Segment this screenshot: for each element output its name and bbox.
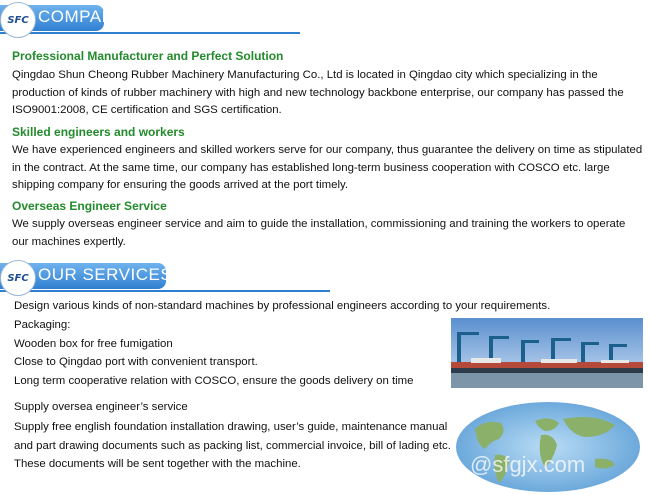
sfc-logo: SFC bbox=[0, 2, 36, 38]
service-line: Packaging: bbox=[14, 319, 71, 331]
section-heading: Overseas Engineer Service bbox=[12, 199, 167, 213]
service-line: Supply oversea engineer’s service bbox=[14, 401, 188, 413]
company-banner: SFC COMPANY bbox=[0, 2, 300, 38]
section-heading: Professional Manufacturer and Perfect So… bbox=[12, 49, 284, 63]
company-title: COMPANY bbox=[38, 7, 127, 26]
services-title: OUR SERVICES bbox=[38, 265, 173, 284]
sfc-logo: SFC bbox=[0, 260, 36, 296]
watermark: @sfgjx.com bbox=[470, 452, 586, 477]
port-photo bbox=[451, 318, 643, 388]
banner-underline bbox=[0, 290, 330, 292]
service-line: Design various kinds of non-standard mac… bbox=[14, 300, 551, 312]
section-heading: Skilled engineers and workers bbox=[12, 125, 185, 139]
service-line: and part drawing documents such as packi… bbox=[14, 440, 451, 452]
services-banner: SFC OUR SERVICES bbox=[0, 260, 330, 296]
world-map-photo bbox=[456, 402, 640, 492]
section-text: We have experienced engineers and skille… bbox=[12, 144, 643, 191]
service-line: Wooden box for free fumigation bbox=[14, 338, 173, 350]
banner-underline bbox=[0, 32, 300, 34]
service-line: Long term cooperative relation with COSC… bbox=[14, 375, 414, 387]
service-line: These documents will be sent together wi… bbox=[14, 458, 301, 470]
section-text: Qingdao Shun Cheong Rubber Machinery Man… bbox=[12, 69, 624, 116]
service-line: Supply free english foundation installat… bbox=[14, 421, 448, 433]
service-line: Close to Qingdao port with convenient tr… bbox=[14, 356, 258, 368]
section-text: We supply overseas engineer service and … bbox=[12, 218, 626, 248]
